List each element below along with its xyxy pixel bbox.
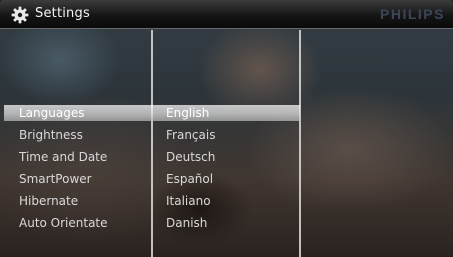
menu-item-time-and-date[interactable]: Time and Date bbox=[19, 150, 108, 172]
language-options-list: English Français Deutsch Español Italian… bbox=[166, 106, 215, 238]
settings-screen: Settings PHILIPS Languages Brightness Ti… bbox=[0, 0, 453, 257]
language-option-danish[interactable]: Danish bbox=[166, 216, 215, 238]
settings-menu: Languages Brightness Time and Date Smart… bbox=[19, 106, 108, 238]
menu-item-brightness[interactable]: Brightness bbox=[19, 128, 108, 150]
language-option-deutsch[interactable]: Deutsch bbox=[166, 150, 215, 172]
menu-item-smartpower[interactable]: SmartPower bbox=[19, 172, 108, 194]
column-divider-right bbox=[299, 30, 301, 257]
language-option-italiano[interactable]: Italiano bbox=[166, 194, 215, 216]
gear-icon bbox=[11, 6, 29, 24]
language-option-espanol[interactable]: Español bbox=[166, 172, 215, 194]
language-option-english[interactable]: English bbox=[166, 106, 215, 128]
language-option-francais[interactable]: Français bbox=[166, 128, 215, 150]
window-title: Settings bbox=[35, 6, 90, 21]
column-divider-left bbox=[151, 30, 153, 257]
menu-item-auto-orientate[interactable]: Auto Orientate bbox=[19, 216, 108, 238]
menu-item-languages[interactable]: Languages bbox=[19, 106, 108, 128]
title-bar: Settings PHILIPS bbox=[0, 0, 453, 29]
brand-logo: PHILIPS bbox=[380, 6, 445, 22]
menu-item-hibernate[interactable]: Hibernate bbox=[19, 194, 108, 216]
